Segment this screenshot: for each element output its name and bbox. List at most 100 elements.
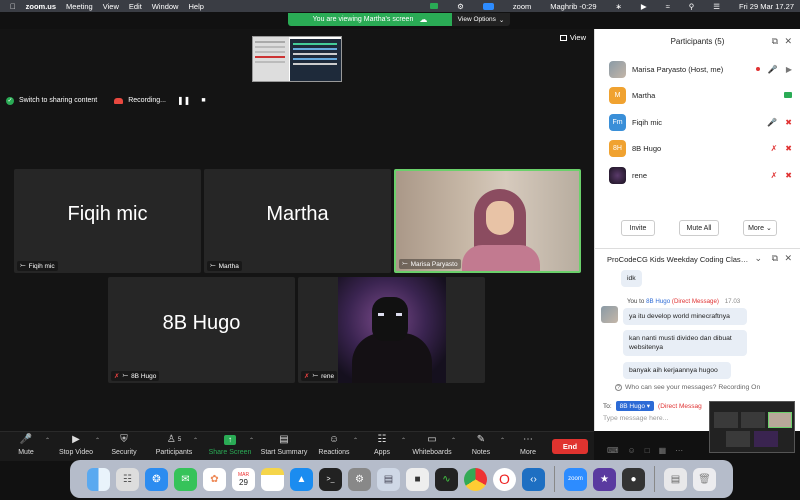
screenshot-icon[interactable]: ▦ [659,446,667,455]
security-button[interactable]: ⛨ Security [96,435,152,461]
view-options-button[interactable]: View Options ⌄ [452,13,510,26]
participant-row[interactable]: M Martha [609,85,792,105]
video-tile[interactable]: Martha ⤚ Martha [204,169,391,273]
shared-screen-thumbnail[interactable] [252,36,342,82]
search-icon[interactable]: ⚲ [689,2,695,11]
emoji-icon[interactable]: ☺ [628,446,636,455]
vscode-icon[interactable]: ‹› [522,467,545,491]
zoom-menubar-icon[interactable] [482,2,494,10]
mute-all-button[interactable]: Mute All [679,220,719,236]
end-meeting-button[interactable]: End [552,439,588,454]
trash-icon[interactable]: 🗑 [693,467,716,491]
recipient-chip-label: 8B Hugo [619,403,645,410]
mic-icon[interactable]: 🎤 [767,118,777,127]
video-off-icon[interactable]: ✖ [785,171,792,180]
activity-monitor-icon[interactable]: ∿ [435,467,458,491]
clock[interactable]: Fri 29 Mar 17.27 [739,2,794,11]
menu-view[interactable]: View [103,2,119,11]
whiteboards-label: Whiteboards [412,449,452,456]
file-icon[interactable]: □ [645,446,650,455]
video-off-icon[interactable]: ✖ [785,118,792,127]
popout-icon[interactable]: ⧉ [772,36,778,47]
screen-share-icon [784,92,792,98]
menu-meeting[interactable]: Meeting [66,2,93,11]
pause-recording-icon[interactable]: ❚❚ [177,96,190,105]
close-icon[interactable]: ✕ [784,253,792,264]
share-screen-button[interactable]: ↑ Share Screen ⌃ [202,435,258,461]
safari-icon[interactable]: ❂ [145,467,168,491]
participants-button[interactable]: ♙ 5 Participants ⌃ [146,435,202,461]
mic-muted-icon[interactable]: ✗ [771,144,778,153]
video-off-icon[interactable]: ✖ [785,144,792,153]
start-summary-button[interactable]: ▤ Start Summary [256,435,312,461]
tile-label: ✗ ⤚ rene [301,371,338,381]
screen-share-status-icon[interactable] [430,3,439,9]
participant-row[interactable]: Marisa Paryasto (Host, me) 🎤 ▶ [609,59,792,79]
roblox-icon[interactable]: ■ [406,467,429,491]
meta-recipient[interactable]: 8B Hugo [646,298,670,305]
messages-icon[interactable]: ✉ [174,467,197,491]
chrome-icon[interactable] [464,467,487,491]
tile-label-text: Martha [218,262,239,270]
stop-recording-icon[interactable]: ■ [201,97,205,104]
mute-button[interactable]: 🎤 Mute ⌃ [0,435,54,461]
format-icon[interactable]: ⌨ [607,446,619,455]
control-center-icon[interactable]: ☰ [713,2,720,11]
wifi-icon[interactable]: ≈ [666,2,670,11]
participant-row[interactable]: rene ✗ ✖ [609,165,792,185]
menu-help[interactable]: Help [188,2,203,11]
switch-to-sharing-link[interactable]: Switch to sharing content [19,97,97,104]
menu-app-name[interactable]: zoom.us [26,2,56,11]
bluetooth-icon[interactable]: ∗ [616,2,622,11]
launchpad-icon[interactable]: ☷ [116,467,139,491]
video-tile[interactable]: Fiqih mic ⤚ Fiqih mic [14,169,201,273]
apple-icon[interactable]:  [10,2,16,11]
photos-icon[interactable]: ✿ [203,467,226,491]
notes-app-icon[interactable] [261,467,284,491]
floating-thumbnail-window[interactable] [709,401,795,453]
video-icon[interactable]: ▶ [786,65,792,74]
chevron-down-icon[interactable]: ⌄ [754,253,762,264]
more-icon[interactable]: ⋯ [675,446,683,455]
prayer-time[interactable]: Maghrib -0:29 [550,2,596,11]
finder-icon[interactable] [87,467,110,491]
video-tile[interactable]: 8B Hugo ✗ ⤚ 8B Hugo [108,277,295,383]
chevron-up-icon[interactable]: ⌃ [249,437,254,444]
terminal-icon[interactable]: >_ [319,467,342,491]
message-input[interactable]: Type message here... [603,415,668,422]
apps-button[interactable]: ☷ Apps ⌃ [354,435,410,461]
calendar-icon[interactable]: MAR 29 [232,467,255,491]
system-settings-icon[interactable]: ⚙ [348,467,371,491]
recipient-dropdown[interactable]: 8B Hugo ▾ [615,401,655,411]
whiteboards-button[interactable]: ▭ Whiteboards ⌃ [404,435,460,461]
invite-button[interactable]: Invite [621,220,655,236]
more-participants-button[interactable]: More ⌄ [743,220,777,236]
zoom-label[interactable]: zoom [513,2,531,11]
shortcut-icon[interactable]: ⚙ [457,2,464,11]
participant-row[interactable]: 8H 8B Hugo ✗ ✖ [609,138,792,158]
menu-window[interactable]: Window [152,2,179,11]
audio-icon[interactable]: ▶ [641,2,647,11]
imovie-icon[interactable]: ★ [593,467,616,491]
zoom-app-icon[interactable]: zoom [564,467,587,491]
more-button[interactable]: ⋯ More [500,435,556,461]
who-can-see-notice[interactable]: ? Who can see your messages? Recording O… [615,384,760,391]
screenshot-app-icon[interactable]: ● [622,467,645,491]
menu-edit[interactable]: Edit [129,2,142,11]
participant-row[interactable]: Fm Fiqih mic 🎤 ✖ [609,112,792,132]
close-icon[interactable]: ✕ [784,36,792,47]
mini-tile [714,412,738,428]
video-tile-active-speaker[interactable]: ⤚ Marisa Paryasto [394,169,581,273]
view-button[interactable]: View [559,33,586,42]
popout-icon[interactable]: ⧉ [772,253,778,264]
downloads-folder-icon[interactable]: ▤ [664,467,687,491]
mic-icon[interactable]: 🎤 [768,65,778,74]
mic-muted-icon[interactable]: ✗ [771,171,778,180]
video-tile[interactable]: ✗ ⤚ rene [298,277,485,383]
chevron-up-icon[interactable]: ⌃ [193,437,198,444]
shield-check-icon: ✓ [6,96,14,105]
preview-icon[interactable]: ▤ [377,467,400,491]
panther-eye [378,313,384,316]
opera-icon[interactable]: O [493,467,516,491]
app-store-icon[interactable]: ▲ [290,467,313,491]
